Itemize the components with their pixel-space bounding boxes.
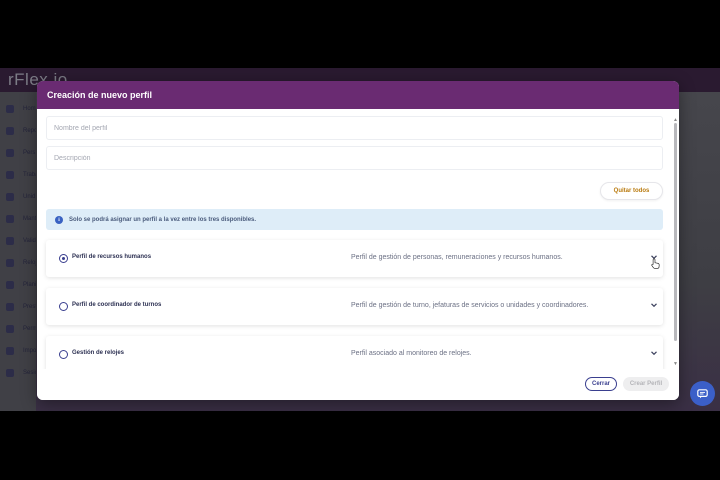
- sidebar-item-planning[interactable]: Plani: [6, 277, 36, 293]
- import-icon: [6, 347, 14, 355]
- profile-name: Perfil de coordinador de turnos: [72, 302, 162, 308]
- unit-icon: [6, 193, 14, 201]
- sidebar-item-label: Impo: [23, 348, 37, 354]
- sidebar-item-reports[interactable]: Repo: [6, 123, 37, 139]
- sidebar-item-home[interactable]: Hom: [6, 101, 36, 117]
- info-icon: i: [55, 215, 63, 224]
- sidebar-item-label: Unid: [23, 194, 36, 200]
- sidebar-item-label: Hom: [23, 106, 36, 112]
- validate-icon: [6, 237, 14, 245]
- sidebar-item-import[interactable]: Impo: [6, 343, 36, 359]
- profile-option-clock-management[interactable]: Gestión de relojes Perfil asociado al mo…: [46, 336, 663, 373]
- app-sidebar: Hom Repo Pers Traba Unid Mant Valid Relo…: [0, 92, 52, 411]
- home-icon: [6, 105, 14, 113]
- modal-scrollbar[interactable]: ▲ ▼: [672, 117, 679, 369]
- radio-selected[interactable]: [59, 254, 68, 263]
- profile-name-field[interactable]: [46, 116, 663, 140]
- people-icon: [6, 149, 14, 157]
- hand-cursor-icon: [651, 258, 660, 269]
- create-profile-button[interactable]: Crear Perfil: [623, 377, 669, 391]
- sidebar-item-work[interactable]: Traba: [6, 167, 38, 183]
- screen: rFlex.io Hom Repo Pers Traba Unid Mant V…: [0, 0, 720, 480]
- profile-description: Perfil asociado al monitoreo de relojes.: [351, 350, 472, 357]
- profile-name: Gestión de relojes: [72, 350, 125, 356]
- remove-all-button[interactable]: Quitar todos: [600, 182, 663, 200]
- profile-name: Perfil de recursos humanos: [72, 254, 152, 260]
- modal-header: Creación de nuevo perfil: [37, 81, 679, 109]
- profile-description: Perfil de gestión de personas, remunerac…: [351, 254, 563, 261]
- sidebar-item-units[interactable]: Unid: [6, 189, 36, 205]
- report-icon: [6, 127, 14, 135]
- profile-description-input[interactable]: [47, 147, 662, 170]
- sidebar-item-clocks[interactable]: Reloj: [6, 255, 37, 271]
- chat-icon: [697, 388, 708, 398]
- sidebar-item-label: Pers: [23, 150, 36, 156]
- sidebar-item-label: Plani: [23, 282, 37, 288]
- maintenance-icon: [6, 215, 14, 223]
- work-icon: [6, 171, 14, 179]
- sidebar-item-maintenance[interactable]: Mant: [6, 211, 36, 227]
- sidebar-item-permissions[interactable]: Perm: [6, 321, 37, 337]
- close-button[interactable]: Cerrar: [585, 377, 617, 391]
- create-profile-modal: Creación de nuevo perfil Quitar todos i …: [37, 81, 679, 400]
- sidebar-item-benefits[interactable]: Prest Bonif: [6, 299, 52, 315]
- clock-icon: [6, 259, 14, 267]
- modal-title: Creación de nuevo perfil: [47, 90, 153, 100]
- scroll-down-arrow-icon[interactable]: ▼: [673, 361, 678, 367]
- sidebar-item-session[interactable]: Sesio: [6, 365, 38, 381]
- profile-description-field[interactable]: [46, 146, 663, 170]
- profile-option-shift-coordinator[interactable]: Perfil de coordinador de turnos Perfil d…: [46, 288, 663, 325]
- sidebar-item-people[interactable]: Pers: [6, 145, 36, 161]
- info-alert: i Solo se podrá asignar un perfil a la v…: [46, 209, 663, 230]
- modal-footer: Cerrar Crear Perfil: [37, 369, 679, 400]
- session-icon: [6, 369, 14, 377]
- calendar-icon: [6, 281, 14, 289]
- permission-icon: [6, 325, 14, 333]
- info-text: Solo se podrá asignar un perfil a la vez…: [69, 216, 257, 223]
- sidebar-item-label: Mant: [23, 216, 37, 222]
- benefit-icon: [6, 303, 14, 311]
- scroll-thumb[interactable]: [674, 123, 677, 341]
- chevron-down-icon[interactable]: [649, 300, 659, 310]
- chat-button[interactable]: [690, 381, 715, 406]
- radio-unselected[interactable]: [59, 350, 68, 359]
- profile-description: Perfil de gestión de turno, jefaturas de…: [351, 302, 589, 309]
- radio-unselected[interactable]: [59, 302, 68, 311]
- sidebar-item-validate[interactable]: Valid: [6, 233, 36, 249]
- sidebar-item-label: Reloj: [23, 260, 37, 266]
- chevron-down-icon[interactable]: [649, 348, 659, 358]
- profile-name-input[interactable]: [47, 117, 662, 140]
- sidebar-item-label: Valid: [23, 238, 36, 244]
- profile-option-hr[interactable]: Perfil de recursos humanos Perfil de ges…: [46, 240, 663, 277]
